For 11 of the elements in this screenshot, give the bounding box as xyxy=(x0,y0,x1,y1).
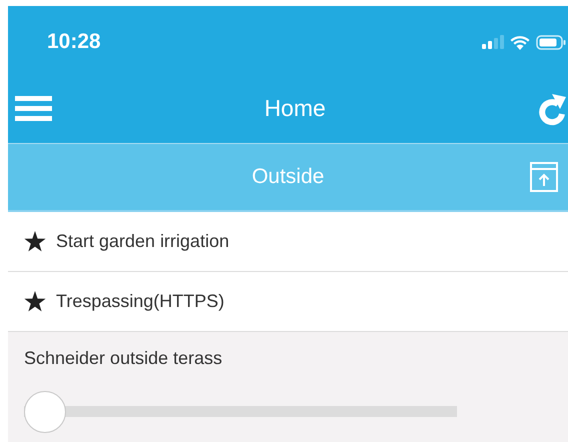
section-title: Outside xyxy=(252,165,324,189)
status-time: 10:28 xyxy=(47,30,101,54)
refresh-icon[interactable] xyxy=(538,92,568,126)
dimmer-label: Schneider outside terass xyxy=(24,348,224,369)
signal-icon xyxy=(482,35,504,49)
wifi-icon xyxy=(510,34,530,50)
menu-icon[interactable] xyxy=(15,96,52,121)
collapse-icon[interactable] xyxy=(530,162,558,192)
battery-icon xyxy=(536,34,566,50)
page-title: Home xyxy=(264,95,326,122)
slider-thumb[interactable] xyxy=(24,391,66,433)
